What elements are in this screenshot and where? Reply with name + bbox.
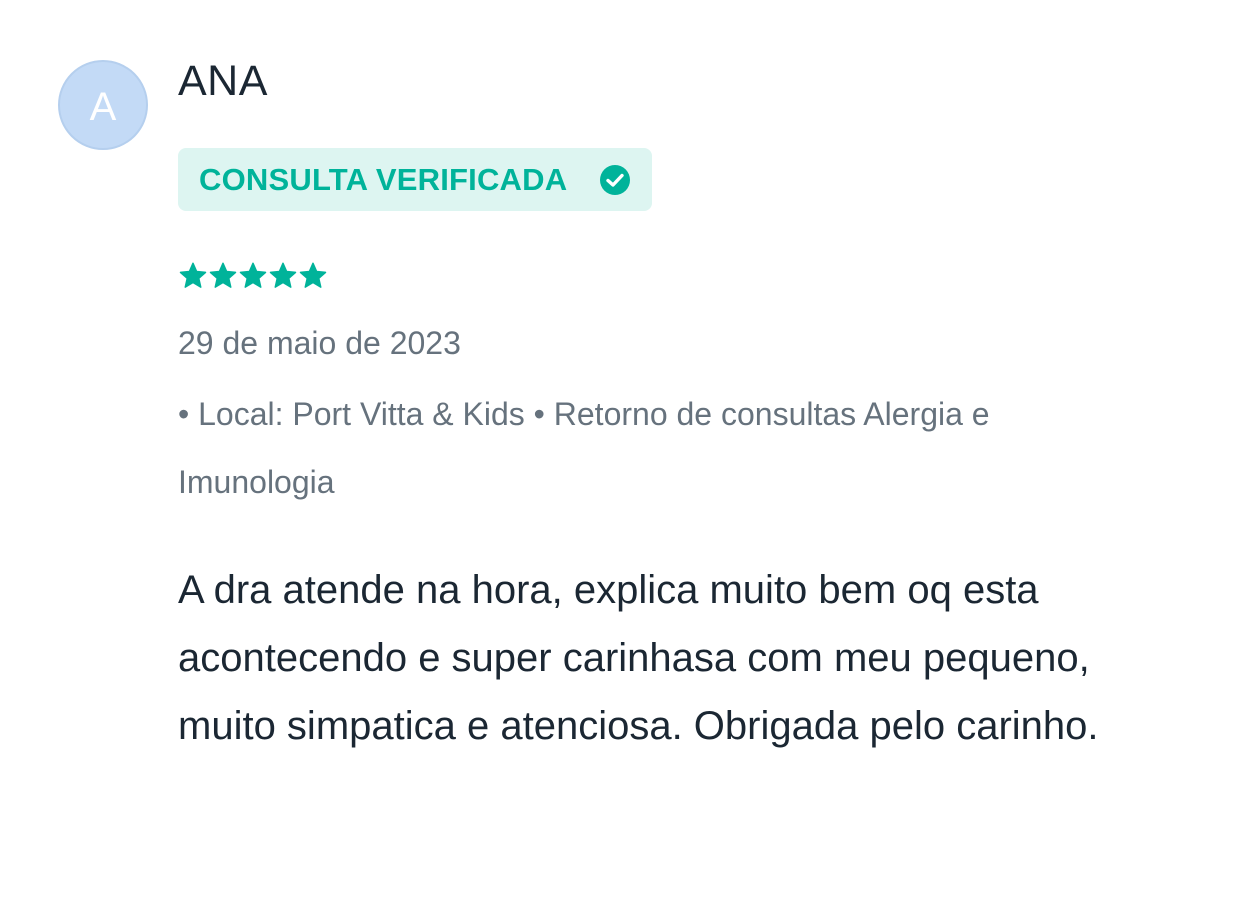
review-content: ANA CONSULTA VERIFICADA 29 de maio de 20… bbox=[178, 52, 1178, 760]
verified-badge: CONSULTA VERIFICADA bbox=[178, 148, 653, 211]
verified-badge-label: CONSULTA VERIFICADA bbox=[199, 161, 568, 197]
review-text: A dra atende na hora, explica muito bem … bbox=[178, 568, 1099, 748]
review-meta: • Local: Port Vitta & Kids • Retorno de … bbox=[178, 396, 990, 500]
star-icon bbox=[269, 262, 297, 288]
star-icon bbox=[209, 262, 237, 288]
star-rating bbox=[178, 259, 1178, 293]
star-icon bbox=[239, 262, 267, 288]
star-icon bbox=[179, 262, 207, 288]
avatar: A bbox=[58, 60, 148, 150]
author-name: ANA bbox=[178, 57, 268, 105]
review-card: A ANA CONSULTA VERIFICADA 29 de maio de … bbox=[0, 0, 1234, 903]
star-icon bbox=[299, 262, 327, 288]
check-circle-icon bbox=[600, 164, 631, 195]
review-date: 29 de maio de 2023 bbox=[178, 325, 461, 361]
